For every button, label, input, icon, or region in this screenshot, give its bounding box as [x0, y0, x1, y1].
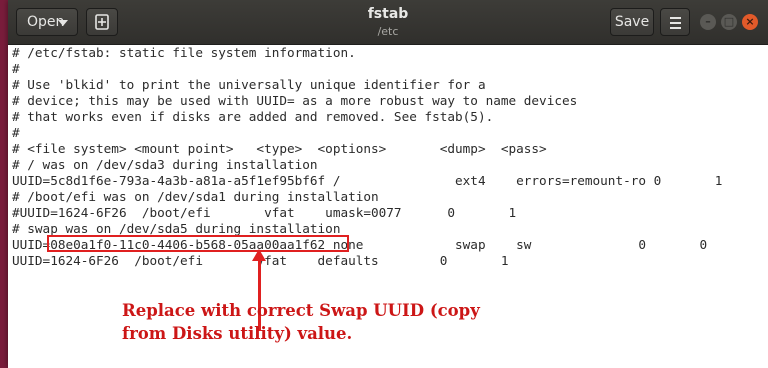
editor-line: # <file system> <mount point> <type> <op… — [12, 141, 547, 156]
annotation-line-1: Replace with correct Swap UUID (copy — [122, 301, 480, 320]
window-subtitle: /etc — [377, 25, 399, 38]
close-icon[interactable]: × — [742, 14, 758, 30]
annotation-note: Replace with correct Swap UUID (copy fro… — [122, 299, 522, 345]
editor-line: # Use 'blkid' to print the universally u… — [12, 77, 486, 92]
menu-button[interactable] — [660, 8, 690, 36]
header-bar: Open fstab /etc Save – □ × — [8, 0, 768, 45]
editor-line: #UUID=1624-6F26 /boot/efi vfat umask=007… — [12, 205, 517, 220]
gedit-window: Open fstab /etc Save – □ × # /etc/fstab:… — [8, 0, 768, 368]
hamburger-icon — [670, 17, 681, 32]
save-button[interactable]: Save — [610, 8, 654, 36]
window-title: fstab — [367, 6, 409, 22]
editor-line: # /etc/fstab: static file system informa… — [12, 45, 356, 60]
uuid-highlight-box — [47, 235, 349, 252]
editor-line: # /boot/efi was on /dev/sda1 during inst… — [12, 189, 379, 204]
annotation-line-2: from Disks utility) value. — [122, 324, 353, 343]
editor-line: # that works even if disks are added and… — [12, 109, 494, 124]
editor-line: # — [12, 61, 20, 76]
editor-line: UUID=5c8d1f6e-793a-4a3b-a81a-a5f1ef95bf6… — [12, 173, 723, 188]
editor-line: # / was on /dev/sda3 during installation — [12, 157, 318, 172]
minimize-icon[interactable]: – — [700, 14, 716, 30]
text-editor[interactable]: # /etc/fstab: static file system informa… — [8, 45, 768, 368]
editor-line: # device; this may be used with UUID= as… — [12, 93, 578, 108]
maximize-icon[interactable]: □ — [721, 14, 737, 30]
editor-line: # — [12, 125, 20, 140]
